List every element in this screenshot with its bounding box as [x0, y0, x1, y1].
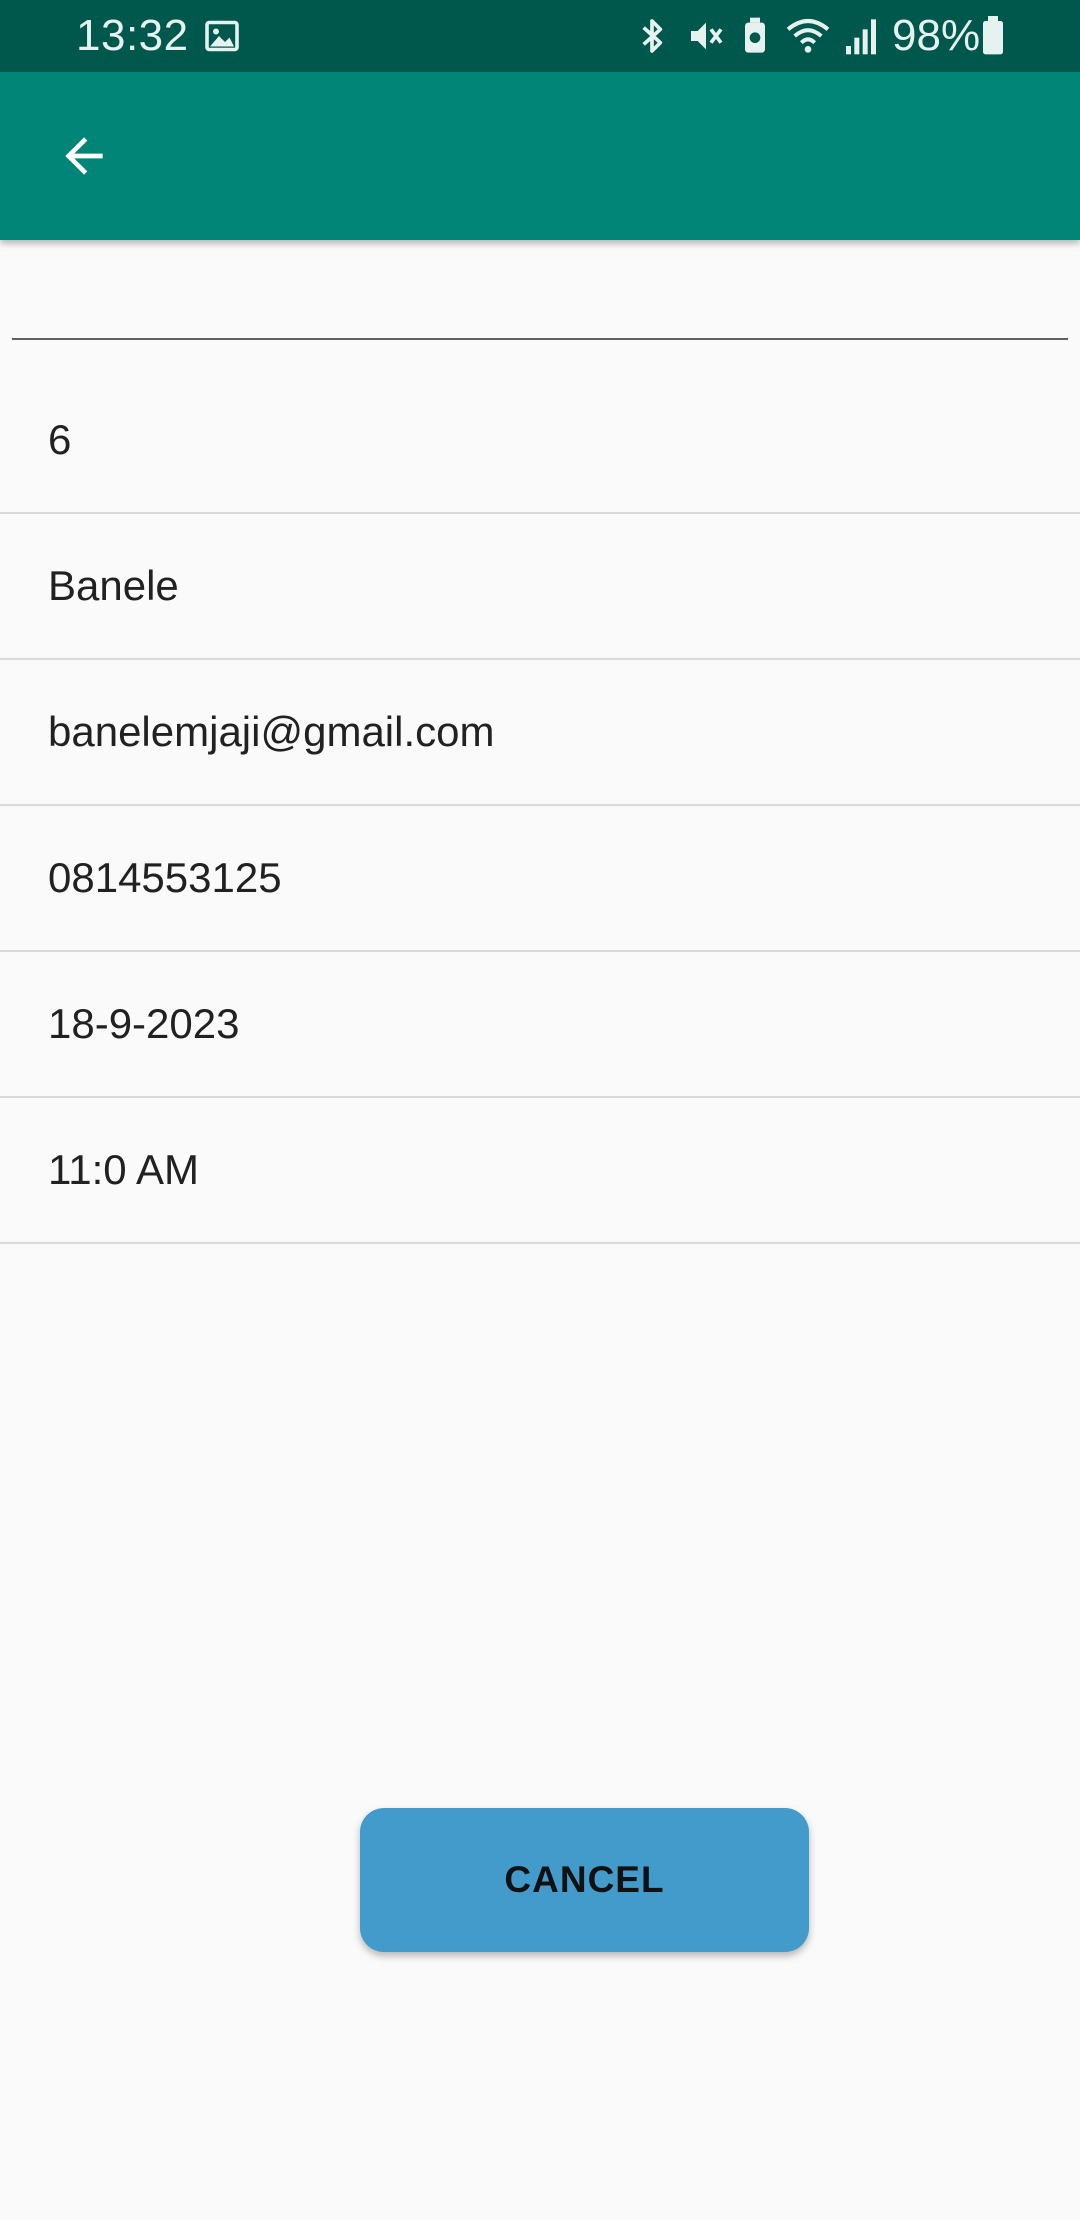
mute-vibrate-icon	[691, 22, 723, 50]
wifi-icon	[786, 19, 830, 53]
text-input[interactable]	[12, 240, 1068, 340]
list-item-phone[interactable]: 0814553125	[0, 806, 1080, 952]
image-icon	[205, 20, 239, 52]
text-input-row	[12, 240, 1068, 344]
battery-percent: 98%	[892, 11, 981, 60]
list-item-text: 6	[48, 416, 72, 463]
list-item-text: 0814553125	[48, 854, 282, 901]
list-item-time[interactable]: 11:0 AM	[0, 1098, 1080, 1244]
cancel-button[interactable]: CANCEL	[360, 1808, 809, 1952]
list-item-text: banelemjaji@gmail.com	[48, 708, 495, 755]
status-bar: 13:32 98%	[0, 0, 1080, 72]
list-item-date[interactable]: 18-9-2023	[0, 952, 1080, 1098]
list-item-email[interactable]: banelemjaji@gmail.com	[0, 660, 1080, 806]
list-item-name[interactable]: Banele	[0, 514, 1080, 660]
details-list: 6 Banele banelemjaji@gmail.com 081455312…	[0, 368, 1080, 1244]
list-item-text: Banele	[48, 562, 179, 609]
back-button[interactable]	[42, 114, 126, 198]
signal-icon	[846, 19, 876, 55]
battery-saver-icon	[745, 17, 765, 53]
list-item-text: 18-9-2023	[48, 1000, 240, 1047]
battery-icon	[983, 16, 1003, 55]
list-item-id[interactable]: 6	[0, 368, 1080, 514]
bluetooth-icon	[642, 19, 663, 53]
list-item-text: 11:0 AM	[48, 1146, 199, 1193]
status-time: 13:32	[76, 11, 189, 60]
arrow-back-icon	[65, 137, 103, 175]
app-bar	[0, 72, 1080, 240]
